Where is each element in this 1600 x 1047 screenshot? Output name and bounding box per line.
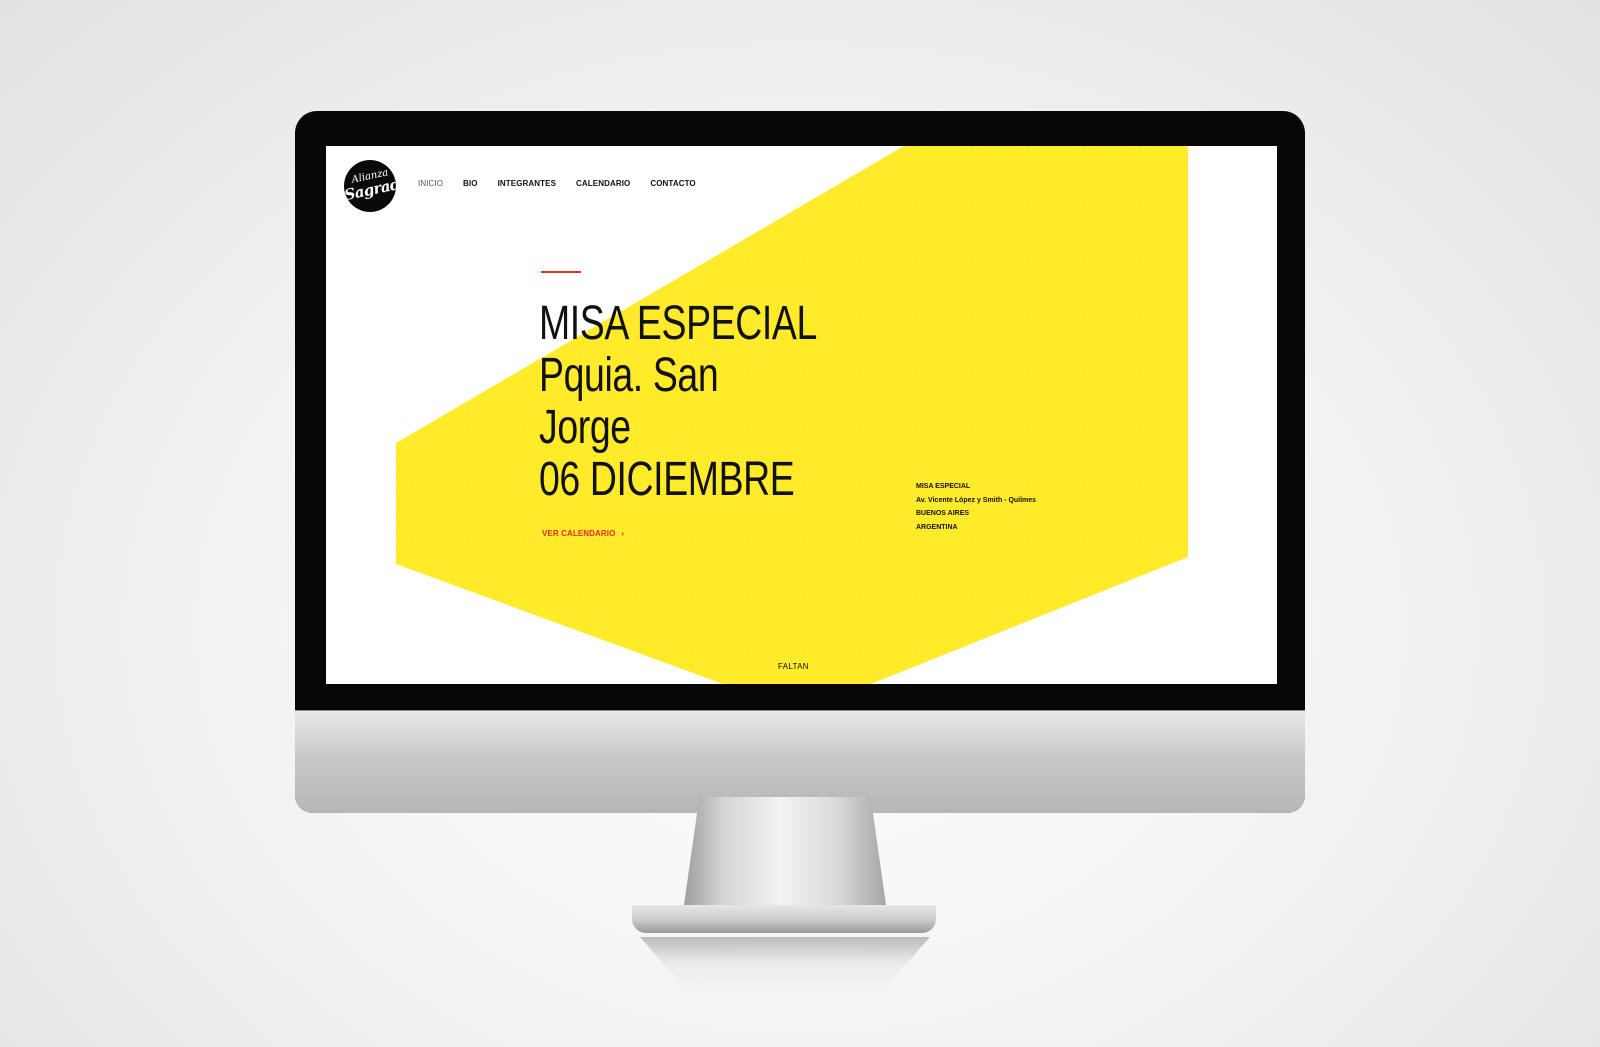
ver-calendario-link[interactable]: VER CALENDARIO › (542, 529, 624, 538)
headline-line-2: Pquia. San (539, 349, 719, 402)
event-info-title: MISA ESPECIAL (916, 483, 971, 490)
event-info-country: ARGENTINA (916, 523, 958, 531)
website-screen: Alianza Sagrada INICIO BIO INTEGRANTES C… (326, 146, 1277, 684)
monitor-stand-base (632, 905, 936, 933)
chevron-right-icon: › (621, 529, 625, 538)
nav-item-bio[interactable]: BIO (463, 179, 478, 188)
countdown-label: FALTAN (778, 662, 809, 671)
event-info-city: BUENOS AIRES (916, 510, 970, 517)
main-nav: INICIO BIO INTEGRANTES CALENDARIO CONTAC… (418, 179, 716, 188)
headline-line-3: Jorge (539, 401, 631, 454)
alianza-sagrada-logo[interactable]: Alianza Sagrada (344, 160, 396, 212)
monitor: Alianza Sagrada INICIO BIO INTEGRANTES C… (295, 111, 1305, 813)
nav-item-inicio[interactable]: INICIO (418, 179, 443, 188)
hero-headline: MISA ESPECIAL Pquia. San Jorge 06 DICIEM… (539, 297, 817, 506)
nav-item-integrantes[interactable]: INTEGRANTES (498, 179, 556, 188)
headline-line-1: MISA ESPECIAL (539, 297, 817, 350)
stand-reflection (640, 937, 930, 997)
ver-calendario-label: VER CALENDARIO (542, 529, 616, 538)
monitor-stand-neck (683, 797, 887, 912)
event-info: MISA ESPECIAL Av. Vicente López y Smith … (916, 480, 1036, 534)
headline-line-4: 06 DICIEMBRE (539, 453, 795, 506)
chin-divider (295, 710, 1305, 711)
event-info-address: Av. Vicente López y Smith - Quilmes (916, 496, 1037, 504)
nav-item-calendario[interactable]: CALENDARIO (576, 179, 630, 188)
headline-accent-line (541, 271, 581, 273)
yellow-hexagon-shape (396, 146, 1188, 684)
nav-item-contacto[interactable]: CONTACTO (650, 179, 695, 188)
